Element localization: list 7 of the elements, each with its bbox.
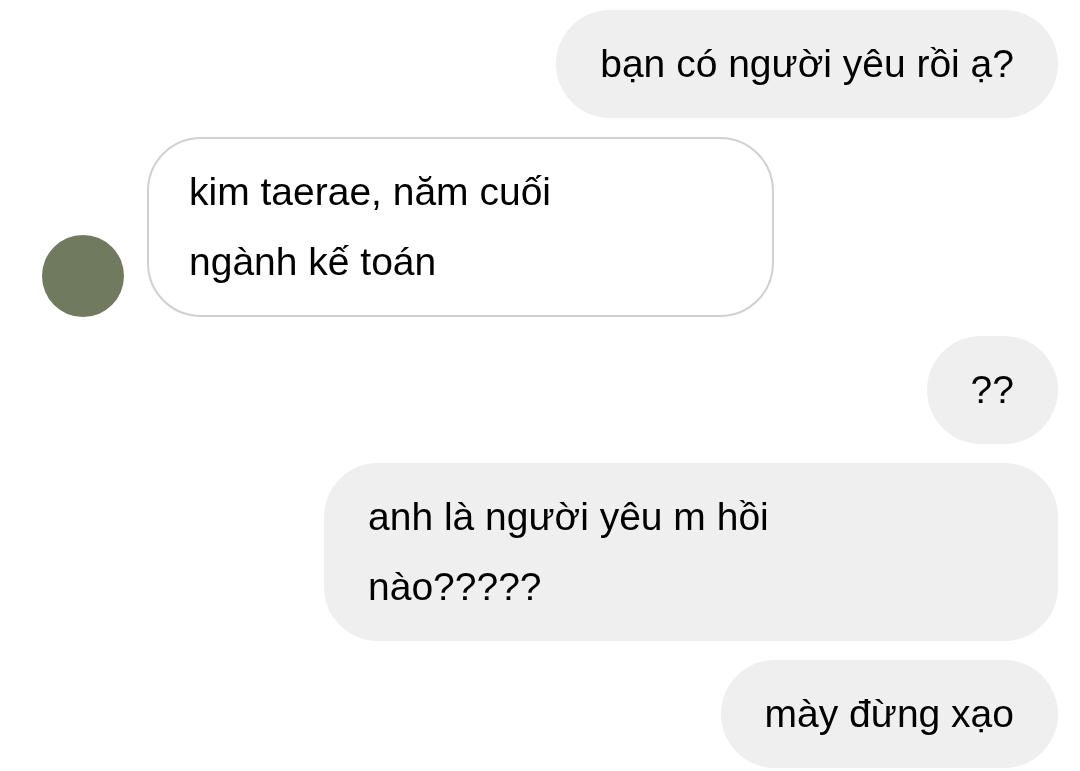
message-text: nào????? xyxy=(368,564,542,610)
message-text: ngành kế toán xyxy=(189,239,437,285)
message-text: kim taerae, năm cuối xyxy=(189,169,551,215)
message-text: bạn có người yêu rồi ạ? xyxy=(600,41,1014,87)
message-text: ?? xyxy=(970,367,1014,413)
message-text: mày đừng xạo xyxy=(764,691,1014,737)
message-text: anh là người yêu m hồi xyxy=(368,494,769,540)
